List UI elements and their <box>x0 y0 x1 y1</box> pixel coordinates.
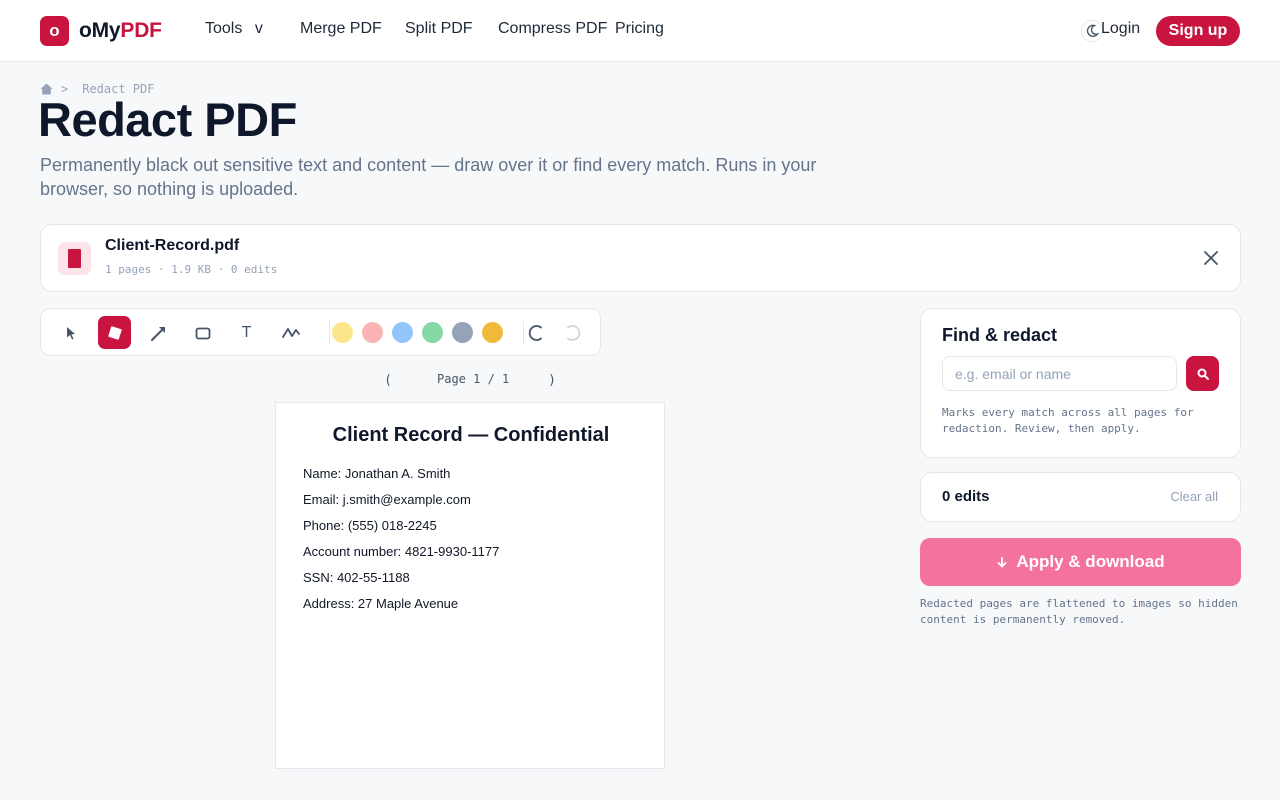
color-swatch-green[interactable] <box>422 322 443 343</box>
signup-button[interactable]: Sign up <box>1156 16 1240 46</box>
color-swatch-pink[interactable] <box>362 322 383 343</box>
find-search-input[interactable] <box>942 356 1177 391</box>
color-swatch-amber[interactable] <box>482 322 503 343</box>
file-meta: 1 pages · 1.9 KB · 0 edits <box>105 263 278 276</box>
document-title: Client Record — Confidential <box>332 424 610 446</box>
select-tool-button[interactable] <box>54 316 87 349</box>
undo-icon <box>528 324 542 341</box>
arrow-tool-button[interactable] <box>142 316 175 349</box>
toolbar-divider <box>329 321 330 345</box>
nav-tools-dropdown[interactable]: Tools v <box>205 20 263 38</box>
edits-count: 0 edits <box>942 488 990 505</box>
logo-mark: o <box>40 16 69 46</box>
redo-button[interactable] <box>556 316 589 349</box>
brand-name: oMyPDF <box>79 19 162 43</box>
remove-file-button[interactable] <box>1200 247 1222 269</box>
document-line: Address: 27 Maple Avenue <box>303 596 459 611</box>
page-indicator: Page 1 / 1 <box>437 372 510 386</box>
undo-button[interactable] <box>519 316 552 349</box>
redo-icon <box>566 324 580 341</box>
rectangle-icon <box>195 327 210 339</box>
nav-tools-label: Tools <box>205 20 243 37</box>
theme-toggle-button[interactable] <box>1081 20 1103 42</box>
document-line: Name: Jonathan A. Smith <box>303 466 451 481</box>
brand-name-accent: PDF <box>120 19 162 42</box>
close-icon <box>1204 251 1218 265</box>
edits-summary: 0 edits Clear all <box>920 472 1241 522</box>
text-tool-button[interactable]: T <box>230 316 263 349</box>
brand-name-prefix: oMy <box>79 19 121 42</box>
freehand-tool-button[interactable] <box>274 316 307 349</box>
arrow-icon <box>150 326 165 341</box>
nav-merge-pdf[interactable]: Merge PDF <box>300 20 382 38</box>
page-title: Redact PDF <box>38 93 297 146</box>
select-icon <box>66 326 75 339</box>
page-subtitle: Permanently black out sensitive text and… <box>40 155 817 199</box>
file-name: Client-Record.pdf <box>105 237 240 254</box>
color-swatch-yellow[interactable] <box>332 322 353 343</box>
pdf-page-canvas[interactable]: Client Record — Confidential Name: Jonat… <box>275 402 665 769</box>
chevron-down-icon: v <box>254 20 263 37</box>
color-swatch-blue[interactable] <box>392 322 413 343</box>
next-page-button[interactable]: ) <box>544 370 560 390</box>
brand-logo[interactable]: o oMyPDF <box>40 16 162 46</box>
find-help-text: Marks every match across all pages for r… <box>942 406 1194 435</box>
freehand-icon <box>281 327 300 338</box>
download-arrow-icon <box>997 557 1007 568</box>
editor-toolbar: T <box>40 308 601 356</box>
rectangle-tool-button[interactable] <box>186 316 219 349</box>
document-line: SSN: 402-55-1188 <box>303 570 410 585</box>
file-card: Client-Record.pdf 1 pages · 1.9 KB · 0 e… <box>40 224 1241 292</box>
redact-box-icon <box>107 325 122 340</box>
search-icon <box>1197 368 1209 380</box>
document-line: Phone: (555) 018-2245 <box>303 518 437 533</box>
apply-download-label: Apply & download <box>1016 552 1165 571</box>
redact-box-tool-button[interactable] <box>98 316 131 349</box>
nav-compress-pdf[interactable]: Compress PDF <box>498 20 607 38</box>
apply-note: Redacted pages are flattened to images s… <box>920 597 1238 626</box>
text-icon: T <box>241 323 252 341</box>
pdf-file-icon <box>58 242 91 275</box>
login-link[interactable]: Login <box>1101 20 1140 38</box>
color-swatch-gray[interactable] <box>452 322 473 343</box>
document-line: Account number: 4821-9930-1177 <box>303 544 500 559</box>
nav-split-pdf[interactable]: Split PDF <box>405 20 473 38</box>
find-redact-panel: Find & redact Marks every match across a… <box>920 308 1241 458</box>
apply-download-button[interactable]: Apply & download <box>920 538 1241 586</box>
find-search-button[interactable] <box>1186 356 1219 391</box>
nav-pricing[interactable]: Pricing <box>615 20 664 38</box>
top-navigation-bar: o oMyPDF Tools v Merge PDF Split PDF Com… <box>0 0 1280 62</box>
document-line: Email: j.smith@example.com <box>303 492 471 507</box>
moon-icon <box>1086 24 1099 37</box>
clear-all-button[interactable]: Clear all <box>1170 489 1218 504</box>
find-redact-title: Find & redact <box>942 325 1058 345</box>
prev-page-button[interactable]: ( <box>380 370 396 390</box>
